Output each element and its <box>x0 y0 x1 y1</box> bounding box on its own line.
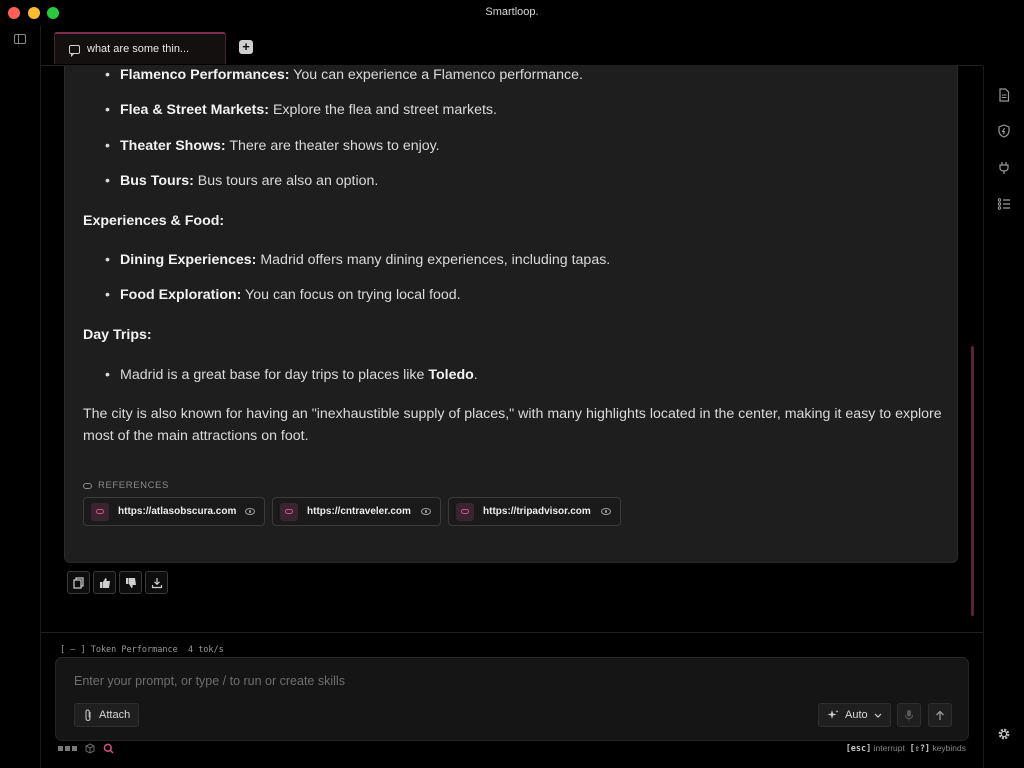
right-rail <box>983 66 1024 768</box>
chat-bubble-icon <box>69 44 80 57</box>
left-rail <box>0 26 41 768</box>
list-item-title: Theater Shows: <box>120 138 226 154</box>
eye-icon[interactable] <box>421 508 431 515</box>
download-icon[interactable] <box>145 571 168 594</box>
list-item-title: Flamenco Performances: <box>120 67 290 83</box>
checklist-icon[interactable] <box>997 197 1011 211</box>
list-item-text: Bus tours are also an option. <box>193 173 379 189</box>
list-item-text: You can focus on trying local food. <box>241 287 461 303</box>
token-performance[interactable]: [ – ] Token Performance 4 tok/s <box>60 645 224 655</box>
composer-area: [ – ] Token Performance 4 tok/s Attach A… <box>41 632 983 768</box>
list-item: Flea & Street Markets: Explore the flea … <box>105 99 497 121</box>
list-item-emphasis: Toledo <box>428 367 474 383</box>
list-item: Flamenco Performances: You can experienc… <box>105 66 583 86</box>
attach-button[interactable]: Attach <box>74 703 140 727</box>
list-item-title: Flea & Street Markets: <box>120 102 270 118</box>
token-rate: 4 tok/s <box>187 645 224 655</box>
chat-area[interactable]: Flamenco Performances: You can experienc… <box>41 66 983 632</box>
prompt-composer: Attach Auto <box>55 657 969 741</box>
status-dots-icon <box>58 746 77 751</box>
reference-chip[interactable]: https://cntraveler.com <box>272 497 441 526</box>
interrupt-label: interrupt <box>873 743 905 753</box>
link-icon <box>280 502 298 521</box>
list-item-tail: . <box>473 367 478 383</box>
reference-url: https://tripadvisor.com <box>483 505 591 517</box>
window-title: Smartloop. <box>485 6 539 18</box>
section-heading: Day Trips: <box>83 327 152 343</box>
microphone-button[interactable] <box>897 703 921 727</box>
search-icon[interactable] <box>103 743 114 754</box>
list-item-title: Dining Experiences: <box>120 252 257 268</box>
microphone-icon <box>905 710 913 721</box>
list-item-title: Bus Tours: <box>120 173 194 189</box>
tab-bar: what are some thin... + <box>41 26 983 66</box>
list-item: Food Exploration: You can focus on tryin… <box>105 284 461 306</box>
title-bar: Smartloop. <box>0 0 1024 26</box>
tab-chat[interactable]: what are some thin... <box>54 32 226 64</box>
reference-chip[interactable]: https://tripadvisor.com <box>448 497 621 526</box>
chat-scrollbar[interactable] <box>971 346 974 616</box>
reference-chip[interactable]: https://atlasobscura.com <box>83 497 265 526</box>
send-button[interactable] <box>928 703 952 727</box>
references-header: REFERENCES <box>83 475 169 497</box>
list-item: Theater Shows: There are theater shows t… <box>105 135 440 157</box>
copy-icon[interactable] <box>67 571 90 594</box>
message-actions <box>67 571 168 594</box>
reference-url: https://atlasobscura.com <box>118 505 237 517</box>
paperclip-icon <box>85 708 91 721</box>
list-item-text: You can experience a Flamenco performanc… <box>289 67 583 83</box>
attach-label: Attach <box>99 709 131 721</box>
settings-gear-icon[interactable] <box>997 727 1011 741</box>
assistant-message: Flamenco Performances: You can experienc… <box>64 66 958 563</box>
thumbs-up-icon[interactable] <box>93 571 116 594</box>
eye-icon[interactable] <box>601 508 611 515</box>
link-icon <box>91 502 109 521</box>
tab-label: what are some thin... <box>87 43 190 55</box>
new-tab-button[interactable]: + <box>239 40 253 54</box>
list-item: Dining Experiences: Madrid offers many d… <box>105 249 611 271</box>
link-icon <box>456 502 474 521</box>
list-item-text: Madrid is a great base for day trips to … <box>120 367 429 383</box>
mode-select[interactable]: Auto <box>818 703 891 727</box>
list-item-title: Food Exploration: <box>120 287 242 303</box>
link-icon <box>83 483 92 489</box>
sparkle-icon <box>827 710 839 719</box>
cube-icon[interactable] <box>85 743 95 754</box>
list-item: Madrid is a great base for day trips to … <box>105 364 478 386</box>
interrupt-key: [esc] <box>845 744 872 754</box>
list-item-text: Explore the flea and street markets. <box>269 102 497 118</box>
keybinds-key: [⇧?] <box>909 744 931 754</box>
list-item: Bus Tours: Bus tours are also an option. <box>105 170 379 192</box>
sidebar-toggle-icon[interactable] <box>14 34 26 44</box>
prompt-input[interactable] <box>74 674 774 688</box>
status-right: [esc] interrupt [⇧?] keybinds <box>846 743 966 754</box>
section-heading: Experiences & Food: <box>83 213 225 229</box>
chevron-down-icon <box>874 713 882 718</box>
shield-bolt-icon[interactable] <box>997 124 1011 138</box>
eye-icon[interactable] <box>245 508 255 515</box>
closing-paragraph: The city is also known for having an "in… <box>83 406 942 444</box>
status-left <box>58 743 114 754</box>
token-performance-label: [ – ] Token Performance <box>60 645 178 655</box>
keybinds-label: keybinds <box>932 743 966 753</box>
thumbs-down-icon[interactable] <box>119 571 142 594</box>
plug-icon[interactable] <box>997 161 1011 175</box>
document-icon[interactable] <box>997 88 1011 102</box>
reference-url: https://cntraveler.com <box>307 505 411 517</box>
list-item-text: Madrid offers many dining experiences, i… <box>256 252 611 268</box>
references-label: REFERENCES <box>98 480 169 491</box>
arrow-up-icon <box>936 710 944 720</box>
mode-label: Auto <box>845 709 868 721</box>
list-item-text: There are theater shows to enjoy. <box>225 138 440 154</box>
